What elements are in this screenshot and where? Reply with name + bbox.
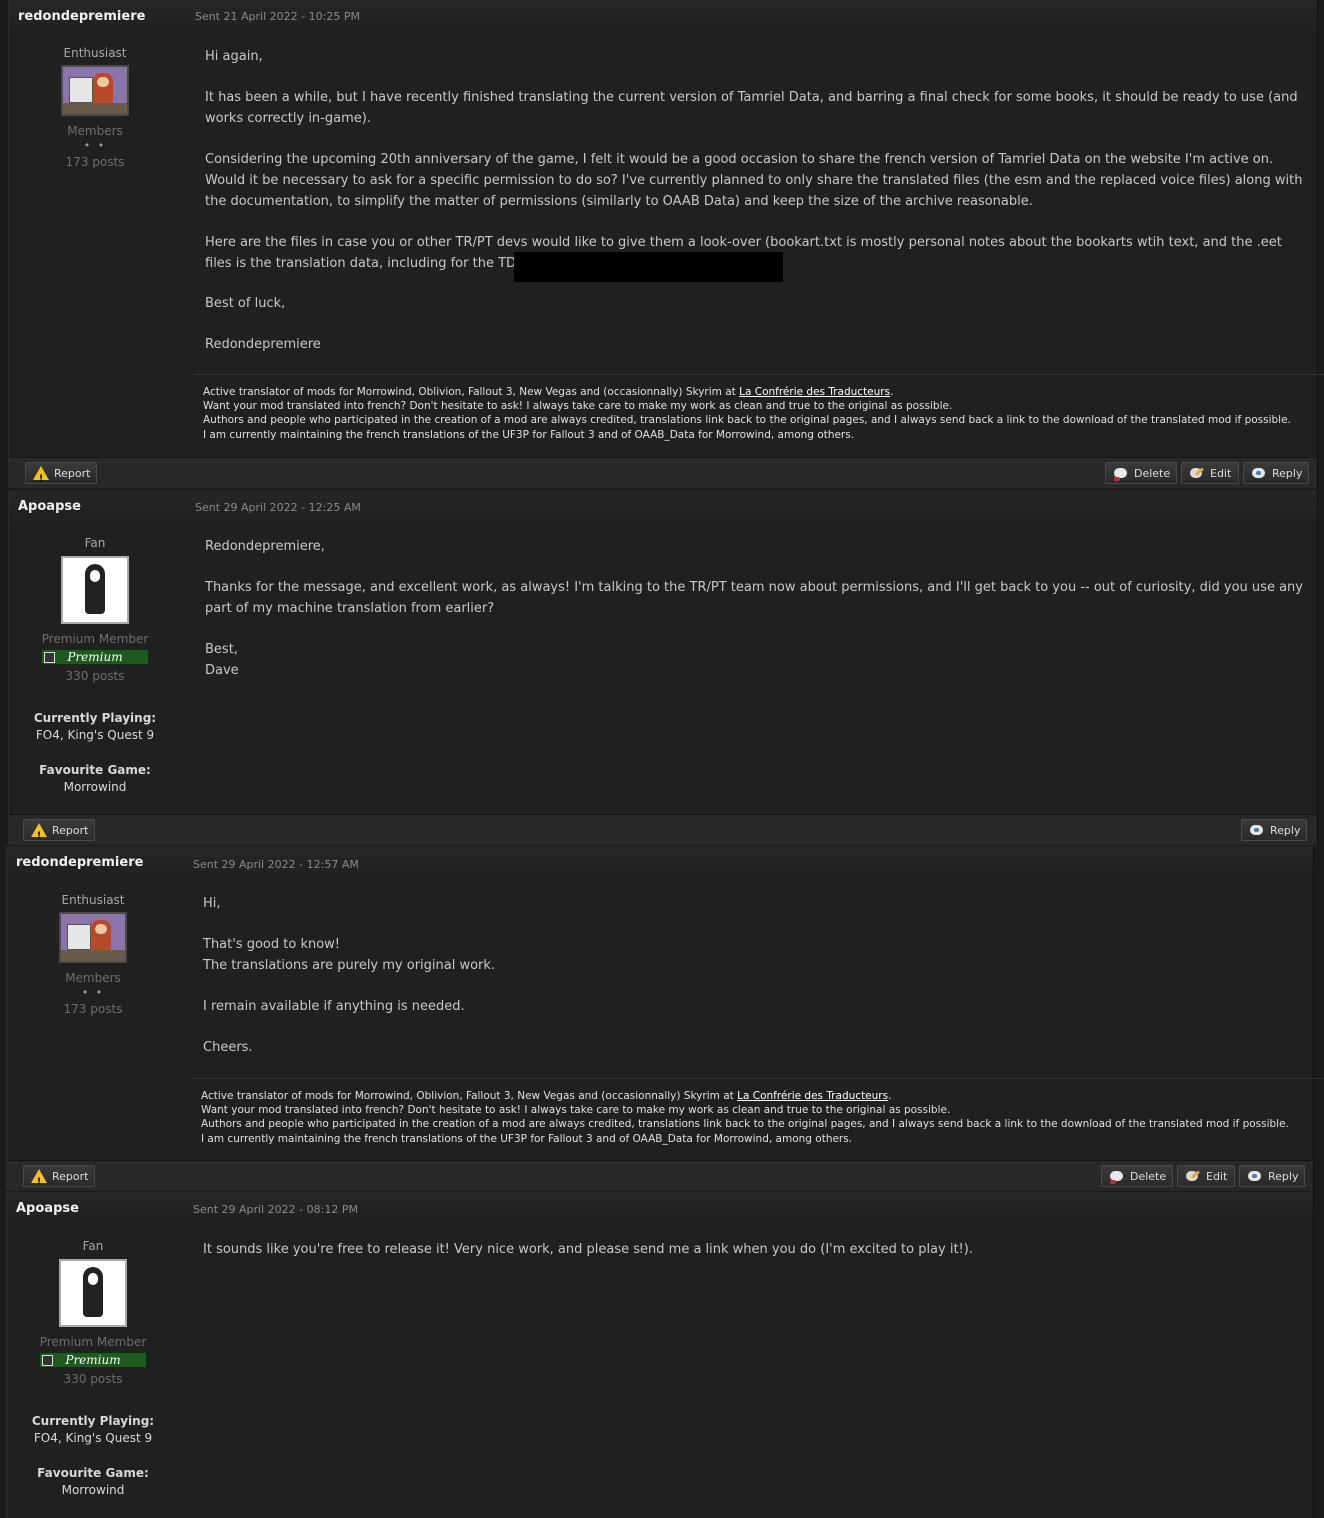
post-2: Apoapse Sent 29 April 2022 - 12:25 AM Fa… <box>8 490 1318 847</box>
reply-bubble-icon <box>1252 468 1265 478</box>
post-paragraph: Hi, <box>203 896 221 911</box>
signature-line: Active translator of mods for Morrowind,… <box>201 1090 892 1102</box>
signature-link[interactable]: La Confrérie des Traducteurs <box>737 1090 888 1102</box>
signature-line: I am currently maintaining the french tr… <box>203 428 855 441</box>
member-group: Members <box>67 124 123 138</box>
post-count: 330 posts <box>63 1372 123 1386</box>
rank-pips: • • <box>83 139 107 152</box>
post-1: redondepremiere Sent 21 April 2022 - 10:… <box>8 0 1324 490</box>
post-body: Redondepremiere, Thanks for the message,… <box>205 536 1305 701</box>
author-info: Fan Premium Member Premium 330 posts Cur… <box>15 536 175 794</box>
author-name[interactable]: Apoapse <box>16 1201 79 1216</box>
post-paragraph: Best of luck, <box>205 296 286 311</box>
author-name[interactable]: redondepremiere <box>16 855 143 870</box>
post-date: Sent 29 April 2022 - 12:25 AM <box>195 501 361 514</box>
custom-field-value: Morrowind <box>63 780 127 794</box>
post-paragraph: Best, Dave <box>205 642 239 678</box>
member-rank: Enthusiast <box>63 46 127 60</box>
reply-button[interactable]: Reply <box>1239 1165 1305 1187</box>
post-paragraph: I remain available if anything is needed… <box>203 999 465 1014</box>
post-paragraph: Thanks for the message, and excellent wo… <box>205 580 1303 616</box>
avatar[interactable] <box>61 556 129 624</box>
post-date: Sent 29 April 2022 - 12:57 AM <box>193 858 359 871</box>
post-count: 330 posts <box>65 669 125 683</box>
reply-button[interactable]: Reply <box>1241 819 1307 841</box>
warning-icon <box>33 466 49 490</box>
post-paragraph: Cheers. <box>203 1040 253 1055</box>
author-info: Enthusiast Members • • 173 posts <box>13 893 173 1016</box>
reply-bubble-icon <box>1250 825 1263 835</box>
edit-button[interactable]: Edit <box>1181 462 1239 484</box>
custom-field-label: Favourite Game: <box>37 1466 149 1480</box>
signature: Active translator of mods for Morrowind,… <box>193 374 1324 442</box>
post-paragraph: That's good to know! The translations ar… <box>203 937 496 973</box>
post-paragraph: Redondepremiere <box>205 337 321 352</box>
post-date: Sent 21 April 2022 - 10:25 PM <box>195 10 360 23</box>
signature-line: Want your mod translated into french? Do… <box>201 1104 951 1117</box>
post-body: Hi again, It has been a while, but I hav… <box>205 46 1305 375</box>
author-info: Fan Premium Member Premium 330 posts Cur… <box>13 1239 173 1497</box>
author-info: Enthusiast Members • • 173 posts <box>15 46 175 169</box>
signature: Active translator of mods for Morrowind,… <box>191 1078 1323 1146</box>
post-body: It sounds like you're free to release it… <box>203 1239 1303 1280</box>
report-button[interactable]: Report <box>23 1165 95 1193</box>
warning-icon <box>31 1169 47 1193</box>
warning-icon <box>31 823 47 847</box>
custom-field-label: Favourite Game: <box>39 763 151 777</box>
edit-pencil-icon <box>1190 468 1202 478</box>
post-paragraph: Considering the upcoming 20th anniversar… <box>205 152 1303 209</box>
post-actions: Report Reply <box>9 814 1317 847</box>
signature-link[interactable]: La Confrérie des Traducteurs <box>739 386 890 398</box>
report-button[interactable]: Report <box>25 462 97 490</box>
post-date: Sent 29 April 2022 - 08:12 PM <box>193 1203 358 1216</box>
author-name[interactable]: Apoapse <box>18 499 81 514</box>
post-paragraph: It sounds like you're free to release it… <box>203 1242 973 1257</box>
post-paragraph: It has been a while, but I have recently… <box>205 90 1298 126</box>
custom-field-value: FO4, King's Quest 9 <box>33 1431 153 1445</box>
member-group: Members <box>65 971 121 985</box>
author-name[interactable]: redondepremiere <box>18 9 145 24</box>
delete-bubble-icon <box>1110 1171 1123 1184</box>
premium-badge: Premium <box>41 649 149 665</box>
edit-button[interactable]: Edit <box>1177 1165 1235 1187</box>
post-count: 173 posts <box>63 1002 123 1016</box>
avatar[interactable] <box>59 912 127 963</box>
custom-field-label: Currently Playing: <box>31 1414 155 1428</box>
avatar[interactable] <box>59 1259 127 1327</box>
post-actions: Report Delete Edit Reply <box>7 1160 1313 1193</box>
post-4: Apoapse Sent 29 April 2022 - 08:12 PM Fa… <box>6 1192 1314 1518</box>
member-rank: Fan <box>84 536 106 550</box>
rank-pips: • • <box>81 986 105 999</box>
premium-badge: Premium <box>39 1352 147 1368</box>
signature-line: Want your mod translated into french? Do… <box>203 400 953 413</box>
post-3: redondepremiere Sent 29 April 2022 - 12:… <box>6 846 1323 1193</box>
member-rank: Enthusiast <box>61 893 125 907</box>
premium-icon <box>44 652 55 663</box>
post-body: Hi, That's good to know! The translation… <box>203 893 1303 1078</box>
report-button[interactable]: Report <box>23 819 95 847</box>
post-paragraph: Redondepremiere, <box>205 539 325 554</box>
reply-bubble-icon <box>1248 1171 1261 1181</box>
avatar[interactable] <box>61 65 129 116</box>
custom-field-label: Currently Playing: <box>33 711 157 725</box>
post-count: 173 posts <box>65 155 125 169</box>
signature-line: Authors and people who participated in t… <box>203 414 1291 427</box>
reply-button[interactable]: Reply <box>1243 462 1309 484</box>
delete-button[interactable]: Delete <box>1101 1165 1173 1187</box>
delete-bubble-icon <box>1114 468 1127 481</box>
post-actions: Report Delete Edit Reply <box>9 457 1317 490</box>
redacted-link <box>514 252 783 282</box>
delete-button[interactable]: Delete <box>1105 462 1177 484</box>
custom-field-value: Morrowind <box>61 1483 125 1497</box>
signature-line: I am currently maintaining the french tr… <box>201 1132 853 1145</box>
signature-line: Active translator of mods for Morrowind,… <box>203 386 894 398</box>
member-group: Premium Member <box>39 1335 147 1349</box>
signature-line: Authors and people who participated in t… <box>201 1118 1289 1131</box>
member-rank: Fan <box>82 1239 104 1253</box>
post-paragraph: Hi again, <box>205 49 263 64</box>
custom-field-value: FO4, King's Quest 9 <box>35 728 155 742</box>
edit-pencil-icon <box>1186 1171 1198 1181</box>
member-group: Premium Member <box>41 632 149 646</box>
premium-icon <box>42 1355 53 1366</box>
